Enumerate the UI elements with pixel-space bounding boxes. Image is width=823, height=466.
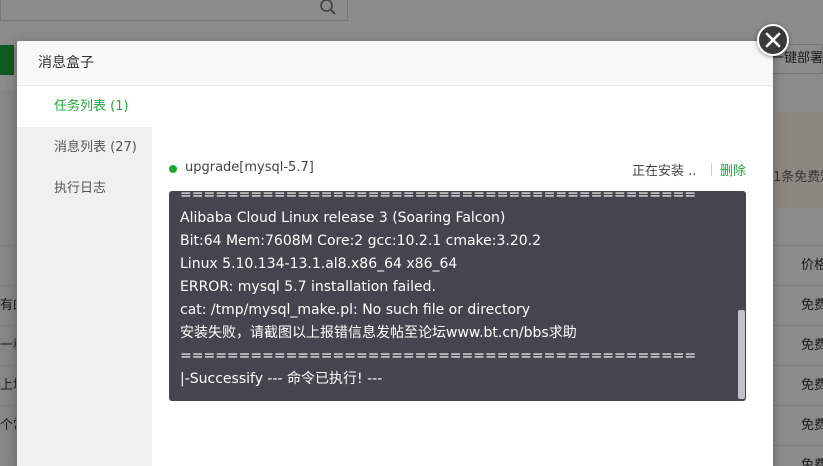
task-name: upgrade[mysql-5.7] (185, 160, 314, 175)
console-line: ========================================… (180, 191, 697, 203)
task-status: 正在安装 .. (632, 164, 697, 179)
console-line: Alibaba Cloud Linux release 3 (Soaring F… (180, 210, 506, 226)
dialog-sidebar: 任务列表 (1) 消息列表 (27) 执行日志 (17, 86, 152, 466)
sidebar-item-task-list[interactable]: 任务列表 (1) (17, 86, 152, 127)
sidebar-item-execution-log[interactable]: 执行日志 (17, 168, 152, 209)
message-box-dialog: 消息盒子 任务列表 (1) 消息列表 (27) 执行日志 upgrade[mys… (17, 41, 773, 466)
dialog-title: 消息盒子 (17, 41, 773, 86)
install-log-console[interactable]: ========================================… (169, 191, 746, 401)
console-output: ========================================… (180, 191, 730, 391)
console-line: Bit:64 Mem:7608M Core:2 gcc:10.2.1 cmake… (180, 233, 542, 249)
status-dot-icon (169, 165, 177, 173)
console-scrollbar-thumb[interactable] (738, 310, 745, 399)
task-panel: upgrade[mysql-5.7] 正在安装 .. 删除 ==========… (169, 86, 746, 466)
console-line: Linux 5.10.134-13.1.al8.x86_64 x86_64 (180, 256, 458, 272)
console-scrollbar[interactable] (736, 191, 746, 401)
console-line: cat: /tmp/mysql_make.pl: No such file or… (180, 302, 531, 318)
sidebar-item-message-list[interactable]: 消息列表 (27) (17, 127, 152, 168)
close-icon (765, 32, 781, 48)
divider (711, 163, 712, 176)
task-row: upgrade[mysql-5.7] 正在安装 .. 删除 (169, 160, 746, 180)
console-line: ERROR: mysql 5.7 installation failed. (180, 279, 436, 295)
console-line: 安装失败，请截图以上报错信息发帖至论坛www.bt.cn/bbs求助 (180, 325, 577, 341)
console-line: ========================================… (180, 348, 697, 364)
console-line: |-Successify --- 命令已执行! --- (180, 371, 383, 387)
delete-task-link[interactable]: 删除 (720, 160, 746, 179)
close-button[interactable] (757, 24, 789, 56)
